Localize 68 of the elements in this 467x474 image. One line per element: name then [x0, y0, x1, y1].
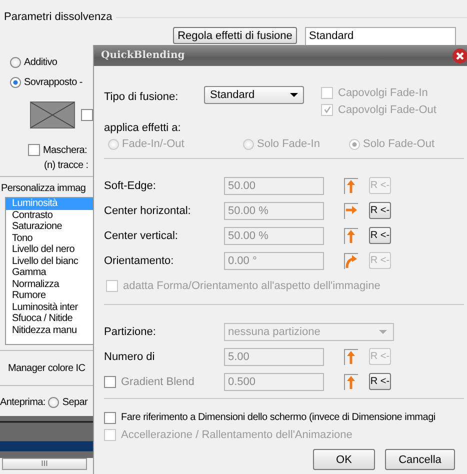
list-item[interactable]: Sfuoca / Nitide	[6, 313, 93, 324]
close-icon[interactable]	[452, 48, 467, 64]
dialog-button[interactable]: OK	[313, 449, 375, 470]
radio-button[interactable]	[349, 138, 360, 150]
radio-button[interactable]	[10, 56, 21, 68]
list-item[interactable]: Contrasto	[6, 210, 93, 221]
list-item[interactable]: Saturazione	[6, 221, 93, 232]
track-note: (n) tracce :	[43, 160, 90, 171]
list-item[interactable]: Tono	[6, 232, 93, 244]
color-manager-label: Manager colore IC	[7, 362, 86, 376]
radio-button[interactable]	[243, 138, 254, 150]
checkbox-label: Gradient Blend	[121, 376, 194, 388]
checkbox-label: Accellerazione / Rallentamento dell'Animazione	[121, 428, 352, 440]
checkbox[interactable]	[104, 376, 116, 388]
checkbox[interactable]	[104, 412, 116, 424]
checkbox[interactable]	[28, 144, 40, 156]
effect-field[interactable]: Standard	[305, 27, 456, 46]
list-item[interactable]: Nitidezza manu	[6, 324, 93, 336]
dialog-button[interactable]: Cancella	[385, 449, 455, 470]
radio-label: Sovrapposto -	[24, 76, 82, 88]
radio-label: Solo Fade-Out	[363, 138, 435, 150]
radio-button[interactable]	[108, 138, 119, 150]
right-arrow-icon[interactable]	[344, 202, 358, 218]
reset-button[interactable]: R <-	[369, 373, 391, 390]
parameter-label: Soft-Edge:	[104, 180, 157, 192]
partition-label: Partizione:	[104, 326, 157, 338]
checkbox-label: adatta Forma/Orientamento all'aspetto dell'immagine	[123, 280, 380, 292]
blend-type-label: Tipo di fusione:	[104, 90, 180, 103]
section-title: Personalizza immag	[0, 182, 87, 196]
parameter-label: Center vertical:	[104, 230, 179, 242]
list-item[interactable]: Gamma	[6, 267, 93, 278]
up-arrow-icon[interactable]	[344, 178, 358, 194]
mask-label: Maschera:	[43, 144, 87, 156]
placeholder-thumbnail	[30, 100, 75, 130]
up-arrow-icon[interactable]	[344, 374, 358, 390]
up-arrow-icon[interactable]	[344, 348, 358, 364]
caret-icon	[290, 93, 298, 97]
checkbox[interactable]	[81, 109, 93, 121]
apply-label: applica effetti a:	[104, 121, 182, 134]
caret-icon	[379, 330, 387, 334]
checkbox-label: Fare riferimento a Dimensioni dello schermo (invece di Dimensione immagi	[121, 412, 436, 423]
radio-label: Fade-In/-Out	[122, 138, 184, 150]
adjust-button[interactable]: Regola effetti di fusione	[173, 27, 297, 44]
radio-button[interactable]	[10, 76, 21, 88]
group-title: Parametri dissolvenza	[4, 11, 112, 23]
list-item[interactable]: Luminosità inter	[6, 302, 93, 313]
parameter-label: Center horizontal:	[104, 204, 192, 216]
up-arrow-icon[interactable]	[344, 228, 358, 244]
dialog-title: QuickBlending	[101, 50, 185, 61]
parameter-label: Orientamento:	[104, 254, 175, 266]
checkbox-label: Capovolgi Fade-Out	[338, 104, 436, 116]
preview-label: Anteprima:	[0, 396, 46, 408]
list-item[interactable]: Rumore	[6, 290, 93, 302]
parameter-label: Numero di	[104, 350, 156, 362]
blend-type-dropdown[interactable]: Standard	[204, 86, 304, 104]
list-item[interactable]: Normalizza	[6, 278, 93, 290]
checkbox-label: Capovolgi Fade-In	[338, 86, 428, 98]
checkbox[interactable]	[106, 280, 118, 292]
radio-button[interactable]	[48, 396, 60, 408]
radio-label: Solo Fade-In	[257, 138, 320, 150]
curved-arrow-icon[interactable]	[344, 252, 358, 268]
reset-button[interactable]: R <-	[369, 202, 391, 219]
reset-button[interactable]: R <-	[369, 227, 391, 244]
list-item[interactable]: Livello del bianc	[6, 256, 93, 267]
radio-label: Separ	[62, 396, 88, 408]
list-item[interactable]: Livello del nero	[6, 244, 93, 256]
radio-label: Additivo	[24, 56, 58, 68]
scrollbar-thumb[interactable]: III	[2, 458, 87, 470]
